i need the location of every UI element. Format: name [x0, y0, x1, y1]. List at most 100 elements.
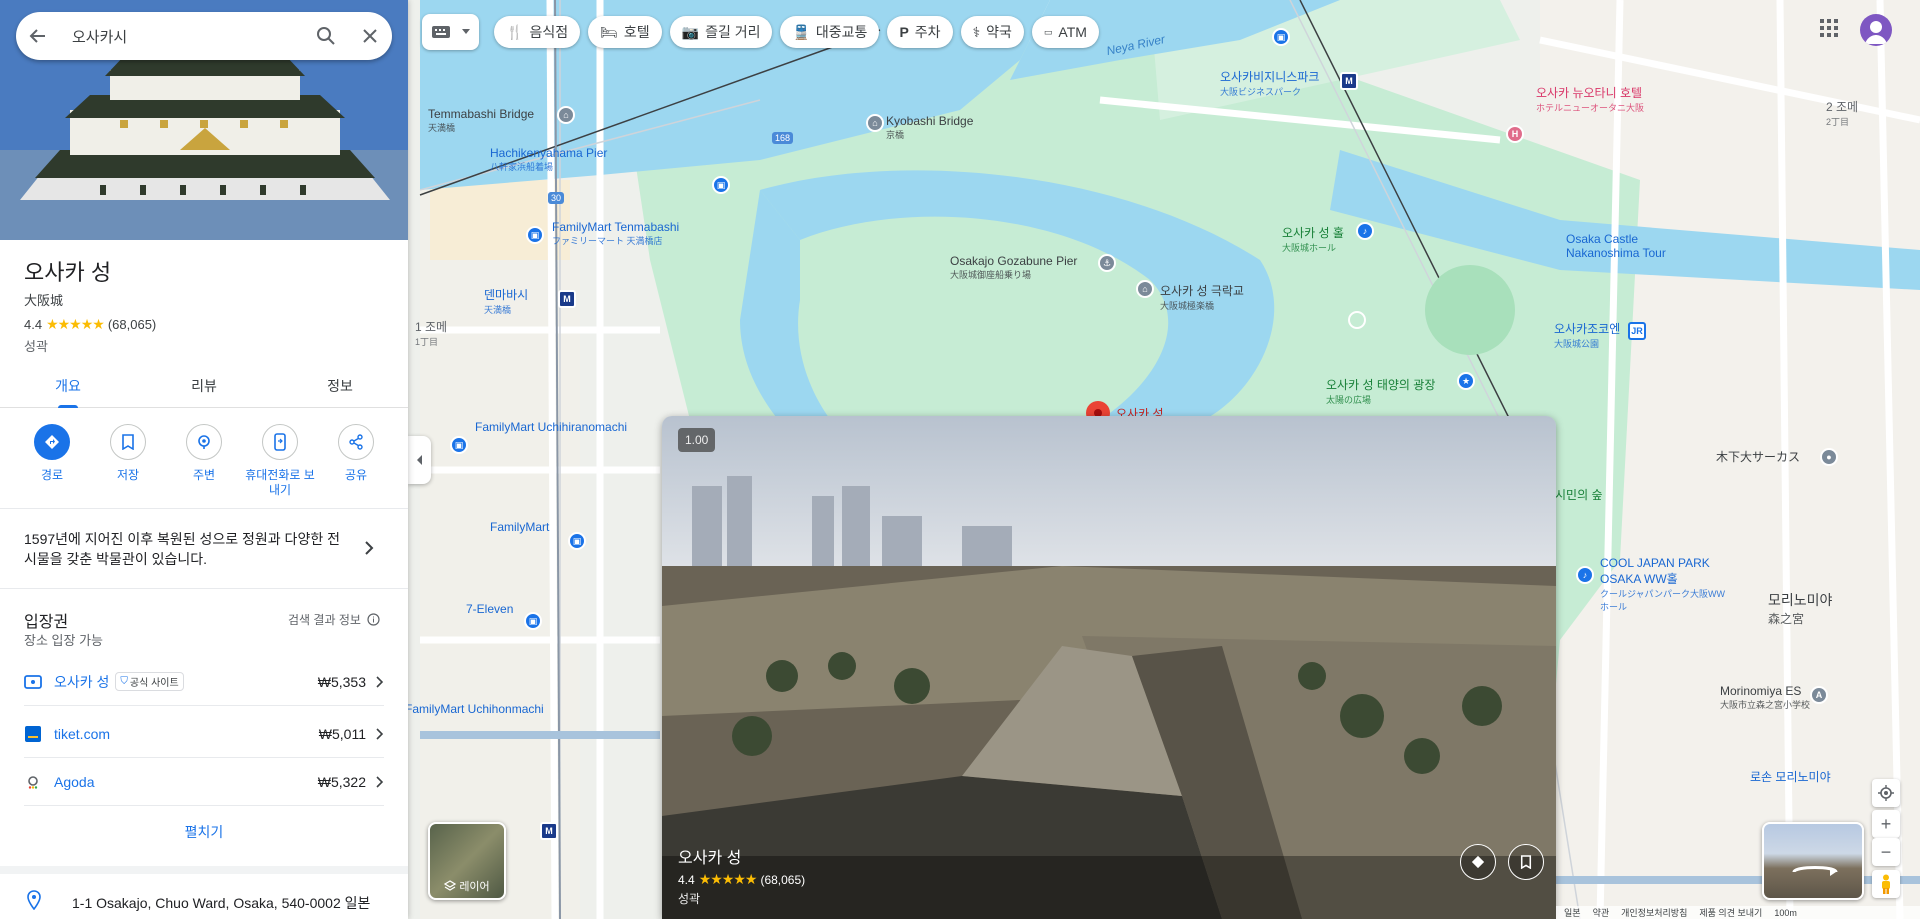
map-footer: 일본 약관 개인정보처리방침 제품 의견 보내기 100m	[1556, 906, 1920, 919]
metro-station-icon[interactable]: M	[1340, 72, 1358, 90]
search-box[interactable]: 오사카시	[16, 12, 392, 60]
attraction-pin-icon[interactable]: ★	[1457, 372, 1475, 390]
metro-station-icon[interactable]: M	[558, 290, 576, 308]
tab-about[interactable]: 정보	[272, 366, 408, 407]
tab-overview[interactable]: 개요	[0, 366, 136, 408]
preview-category: 성곽	[678, 892, 701, 906]
metro-station-icon[interactable]: M	[540, 822, 558, 840]
preview-place-title: 오사카 성	[678, 850, 742, 867]
review-count[interactable]: (68,065)	[108, 317, 156, 332]
ticket-price: ₩5,353	[317, 673, 366, 690]
ticket-row[interactable]: 오사카 성 ⛉ 공식 사이트 ₩5,353	[24, 658, 384, 706]
clear-search-button[interactable]	[348, 14, 392, 58]
chip-atm[interactable]: ▭ ATM	[1031, 16, 1099, 48]
expand-button[interactable]: 펼치기	[0, 822, 408, 842]
transit-icon: 🚆	[792, 23, 810, 40]
preview-rating-value: 4.4	[678, 872, 695, 887]
maps-app: Temmabashi Bridge 天満橋 Hachikenyahama Pier…	[0, 0, 1920, 919]
pegman-icon	[1882, 874, 1890, 894]
bridge-pin-icon[interactable]: ⌂	[866, 114, 884, 132]
zoom-out-button[interactable]: −	[1872, 838, 1900, 866]
nearby-button[interactable]: 주변	[168, 424, 240, 498]
bridge-pin-icon[interactable]: ⌂	[1136, 280, 1154, 298]
chip-hotels[interactable]: 🛏 호텔	[588, 16, 662, 48]
map-label-taiyo: 오사카 성 태양의 광장 太陽の広場	[1326, 378, 1436, 405]
layers-button[interactable]: 레이어	[428, 822, 506, 900]
map-label-business-park: 오사카비지니스파크 大阪ビジネスパーク	[1220, 70, 1320, 97]
my-location-icon	[1878, 785, 1894, 801]
info-icon	[367, 613, 380, 626]
my-location-button[interactable]	[1872, 779, 1900, 807]
send-to-phone-button[interactable]: 휴대전화로 보내기	[244, 424, 316, 498]
ticket-row[interactable]: tiket.com ₩5,011	[24, 710, 384, 758]
preview-save-button[interactable]	[1508, 844, 1544, 880]
store-pin-icon[interactable]: ▣	[568, 532, 586, 550]
place-address[interactable]: 1-1 Osakajo, Chuo Ward, Osaka, 540-0002 …	[72, 893, 370, 913]
share-button[interactable]: 공유	[320, 424, 392, 498]
ticket-row[interactable]: Agoda ₩5,322	[24, 758, 384, 806]
chip-pharmacy[interactable]: ⚕ 약국	[960, 16, 1024, 48]
collapse-panel-button[interactable]	[408, 436, 431, 484]
rating-stars-icon: ★★★★★	[698, 871, 758, 887]
chip-things-to-do[interactable]: 📷 즐길 거리	[669, 16, 773, 48]
footer-feedback-link[interactable]: 제품 의견 보내기	[1699, 906, 1762, 919]
school-pin-icon[interactable]: A	[1810, 686, 1828, 704]
map-label-kyobashi: Kyobashi Bridge 京橋	[886, 114, 974, 140]
preview-directions-button[interactable]	[1460, 844, 1496, 880]
rating-row[interactable]: 4.4 ★★★★★ (68,065)	[24, 316, 156, 333]
street-view-thumbnail[interactable]	[1762, 822, 1864, 900]
google-apps-icon[interactable]	[1819, 18, 1839, 43]
store-pin-icon[interactable]: ▣	[1272, 28, 1290, 46]
chevron-right-icon	[376, 775, 384, 788]
store-pin-icon[interactable]: ▣	[526, 226, 544, 244]
share-label: 공유	[344, 468, 368, 482]
directions-button[interactable]: 경로	[16, 424, 88, 498]
tab-reviews[interactable]: 리뷰	[136, 366, 272, 407]
place-category[interactable]: 성곽	[24, 336, 48, 355]
bridge-pin-icon[interactable]: ⌂	[557, 106, 575, 124]
search-input[interactable]: 오사카시	[60, 26, 304, 47]
store-pin-icon[interactable]: ▣	[712, 176, 730, 194]
parking-icon: P	[899, 24, 909, 40]
search-results-info[interactable]: 검색 결과 정보	[288, 611, 380, 628]
account-avatar[interactable]	[1860, 14, 1892, 46]
place-description[interactable]: 1597년에 지어진 이후 복원된 성으로 정원과 다양한 전시물을 갖춘 박물…	[24, 529, 344, 569]
footer-terms-link[interactable]: 약관	[1593, 906, 1610, 919]
save-button[interactable]: 저장	[92, 424, 164, 498]
layers-icon	[444, 880, 457, 891]
pharmacy-icon: ⚕	[972, 23, 981, 40]
music-venue-pin-icon[interactable]: ♪	[1356, 222, 1374, 240]
pier-pin-icon[interactable]: ⚓	[1098, 254, 1116, 272]
chip-transit[interactable]: 🚆 대중교통	[780, 16, 880, 48]
hotel-pin-icon[interactable]: H	[1506, 125, 1524, 143]
immersive-preview-card[interactable]: 1.00 오사카 성 4.4 ★★★★★ (68,065) 성곽	[662, 416, 1556, 919]
restaurant-icon: 🍴	[506, 23, 524, 40]
map-label-chome1: 1 조메 1丁目	[415, 320, 448, 347]
footer-privacy-link[interactable]: 개인정보처리방침	[1621, 906, 1687, 919]
chip-parking[interactable]: P 주차	[887, 16, 953, 48]
category-chips: 🍴 음식점 🛏 호텔 📷 즐길 거리 🚆 대중교통 P 주차 ⚕ 약국 ▭ ATM	[494, 16, 1099, 48]
chevron-right-icon[interactable]	[364, 540, 374, 561]
caret-down-icon	[461, 29, 470, 34]
route-shield-30: 30	[548, 192, 565, 204]
verified-shield-icon: ⛉	[120, 676, 128, 687]
ticket-vendor-name: 오사카 성	[54, 673, 110, 690]
circus-pin-icon[interactable]: ●	[1820, 448, 1838, 466]
layers-label-row: 레이어	[430, 878, 504, 894]
map-scale[interactable]: 100m	[1774, 908, 1797, 918]
jr-station-icon[interactable]: JR	[1628, 322, 1646, 340]
zoom-in-button[interactable]: +	[1872, 810, 1900, 838]
aerial-castle-view-illustration	[662, 416, 1556, 919]
store-pin-icon[interactable]: ▣	[524, 612, 542, 630]
store-pin-icon[interactable]: ▣	[450, 436, 468, 454]
pegman-button[interactable]	[1872, 870, 1900, 898]
footer-region[interactable]: 일본	[1564, 906, 1581, 919]
venue-pin-icon[interactable]: ♪	[1576, 566, 1594, 584]
input-tools-button[interactable]	[422, 14, 479, 50]
send-to-phone-label: 휴대전화로 보내기	[245, 468, 315, 497]
chip-restaurants[interactable]: 🍴 음식점	[494, 16, 581, 48]
back-button[interactable]	[16, 14, 60, 58]
map-label-nakanoshima: Osaka Castle Nakanoshima Tour	[1566, 232, 1666, 260]
playback-speed-badge[interactable]: 1.00	[678, 428, 716, 452]
search-button[interactable]	[304, 14, 348, 58]
